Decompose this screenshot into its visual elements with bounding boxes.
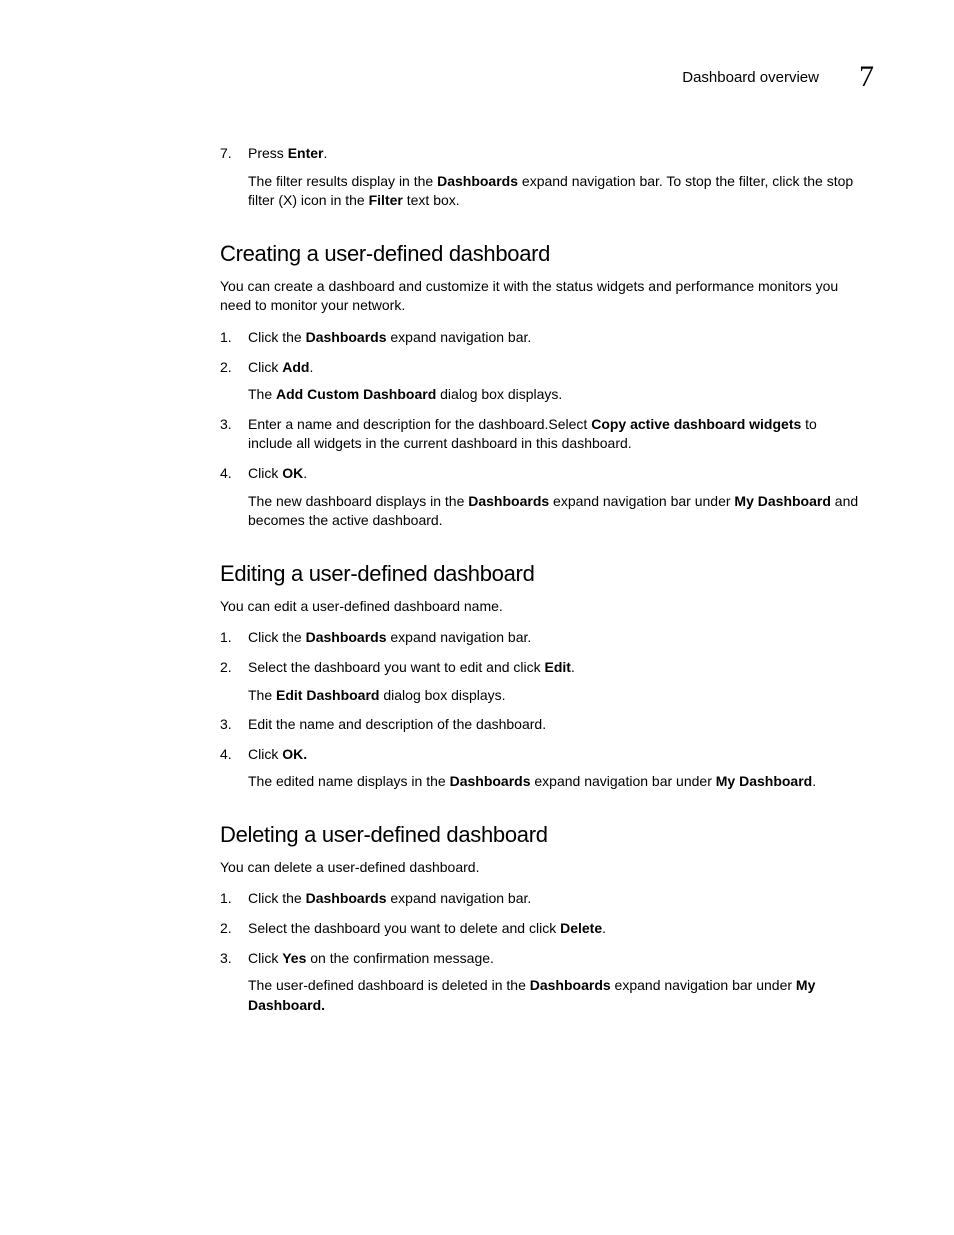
text: expand navigation bar under [611, 977, 796, 993]
text: Click [248, 746, 282, 762]
bold-text: Add Custom Dashboard [276, 386, 436, 402]
step-item: Click Yes on the confirmation message. T… [220, 949, 864, 1016]
text: The [248, 386, 276, 402]
document-page: Dashboard overview 7 Press Enter. The fi… [0, 0, 954, 1235]
page-content: Press Enter. The filter results display … [220, 144, 864, 1015]
step-item: Click OK. The edited name displays in th… [220, 745, 864, 792]
text: . [812, 773, 816, 789]
text: The edited name displays in the [248, 773, 450, 789]
text: expand navigation bar. [387, 629, 532, 645]
bold-text: Dashboards [437, 173, 518, 189]
header-title: Dashboard overview [682, 69, 819, 86]
step-item: Press Enter. The filter results display … [220, 144, 864, 211]
bold-text: Dashboards [530, 977, 611, 993]
bold-text: OK [282, 465, 303, 481]
bold-text: Enter [288, 145, 324, 161]
intro-paragraph: You can delete a user-defined dashboard. [220, 858, 864, 878]
text: expand navigation bar under [549, 493, 734, 509]
step-subtext: The new dashboard displays in the Dashbo… [248, 492, 864, 531]
step-subtext: The edited name displays in the Dashboar… [248, 772, 864, 792]
step-text: Press [248, 145, 288, 161]
intro-paragraph: You can create a dashboard and customize… [220, 277, 864, 316]
bold-text: Dashboards [306, 629, 387, 645]
bold-text: My Dashboard [734, 493, 830, 509]
step-item: Select the dashboard you want to edit an… [220, 658, 864, 705]
text: The user-defined dashboard is deleted in… [248, 977, 530, 993]
text: dialog box displays. [436, 386, 562, 402]
text: Click the [248, 890, 306, 906]
steps-continued: Press Enter. The filter results display … [220, 144, 864, 211]
text: The [248, 687, 276, 703]
step-item: Click the Dashboards expand navigation b… [220, 889, 864, 909]
text: . [571, 659, 575, 675]
bold-text: OK. [282, 746, 307, 762]
text: dialog box displays. [379, 687, 505, 703]
steps-creating: Click the Dashboards expand navigation b… [220, 328, 864, 531]
chapter-number: 7 [859, 60, 874, 94]
text: Click [248, 950, 282, 966]
step-item: Click the Dashboards expand navigation b… [220, 328, 864, 348]
bold-text: Copy active dashboard widgets [591, 416, 801, 432]
step-item: Edit the name and description of the das… [220, 715, 864, 735]
text: . [602, 920, 606, 936]
text: expand navigation bar under [531, 773, 716, 789]
text: Select the dashboard you want to delete … [248, 920, 560, 936]
bold-text: Edit [545, 659, 571, 675]
bold-text: Edit Dashboard [276, 687, 379, 703]
bold-text: Yes [282, 950, 306, 966]
heading-editing-dashboard: Editing a user-defined dashboard [220, 561, 864, 587]
step-item: Click OK. The new dashboard displays in … [220, 464, 864, 531]
step-item: Enter a name and description for the das… [220, 415, 864, 454]
step-subtext: The Add Custom Dashboard dialog box disp… [248, 385, 864, 405]
bold-text: Delete [560, 920, 602, 936]
text: Click [248, 359, 282, 375]
heading-deleting-dashboard: Deleting a user-defined dashboard [220, 822, 864, 848]
step-item: Click the Dashboards expand navigation b… [220, 628, 864, 648]
text: Click the [248, 329, 306, 345]
text: Click the [248, 629, 306, 645]
text: text box. [403, 192, 460, 208]
page-header: Dashboard overview 7 [80, 60, 874, 94]
intro-paragraph: You can edit a user-defined dashboard na… [220, 597, 864, 617]
step-item: Click Add. The Add Custom Dashboard dial… [220, 358, 864, 405]
text: expand navigation bar. [387, 329, 532, 345]
steps-editing: Click the Dashboards expand navigation b… [220, 628, 864, 792]
text: Enter a name and description for the das… [248, 416, 591, 432]
text: . [303, 465, 307, 481]
step-item: Select the dashboard you want to delete … [220, 919, 864, 939]
text: The filter results display in the [248, 173, 437, 189]
bold-text: Dashboards [468, 493, 549, 509]
text: The new dashboard displays in the [248, 493, 468, 509]
text: on the confirmation message. [306, 950, 494, 966]
steps-deleting: Click the Dashboards expand navigation b… [220, 889, 864, 1015]
bold-text: Dashboards [450, 773, 531, 789]
bold-text: My Dashboard [716, 773, 812, 789]
heading-creating-dashboard: Creating a user-defined dashboard [220, 241, 864, 267]
text: Select the dashboard you want to edit an… [248, 659, 545, 675]
step-subtext: The user-defined dashboard is deleted in… [248, 976, 864, 1015]
text: Edit the name and description of the das… [248, 716, 546, 732]
text: Click [248, 465, 282, 481]
bold-text: Dashboards [306, 890, 387, 906]
step-subtext: The Edit Dashboard dialog box displays. [248, 686, 864, 706]
step-text: . [323, 145, 327, 161]
bold-text: Dashboards [306, 329, 387, 345]
bold-text: Add [282, 359, 309, 375]
step-subtext: The filter results display in the Dashbo… [248, 172, 864, 211]
bold-text: Filter [369, 192, 403, 208]
text: expand navigation bar. [387, 890, 532, 906]
text: . [309, 359, 313, 375]
